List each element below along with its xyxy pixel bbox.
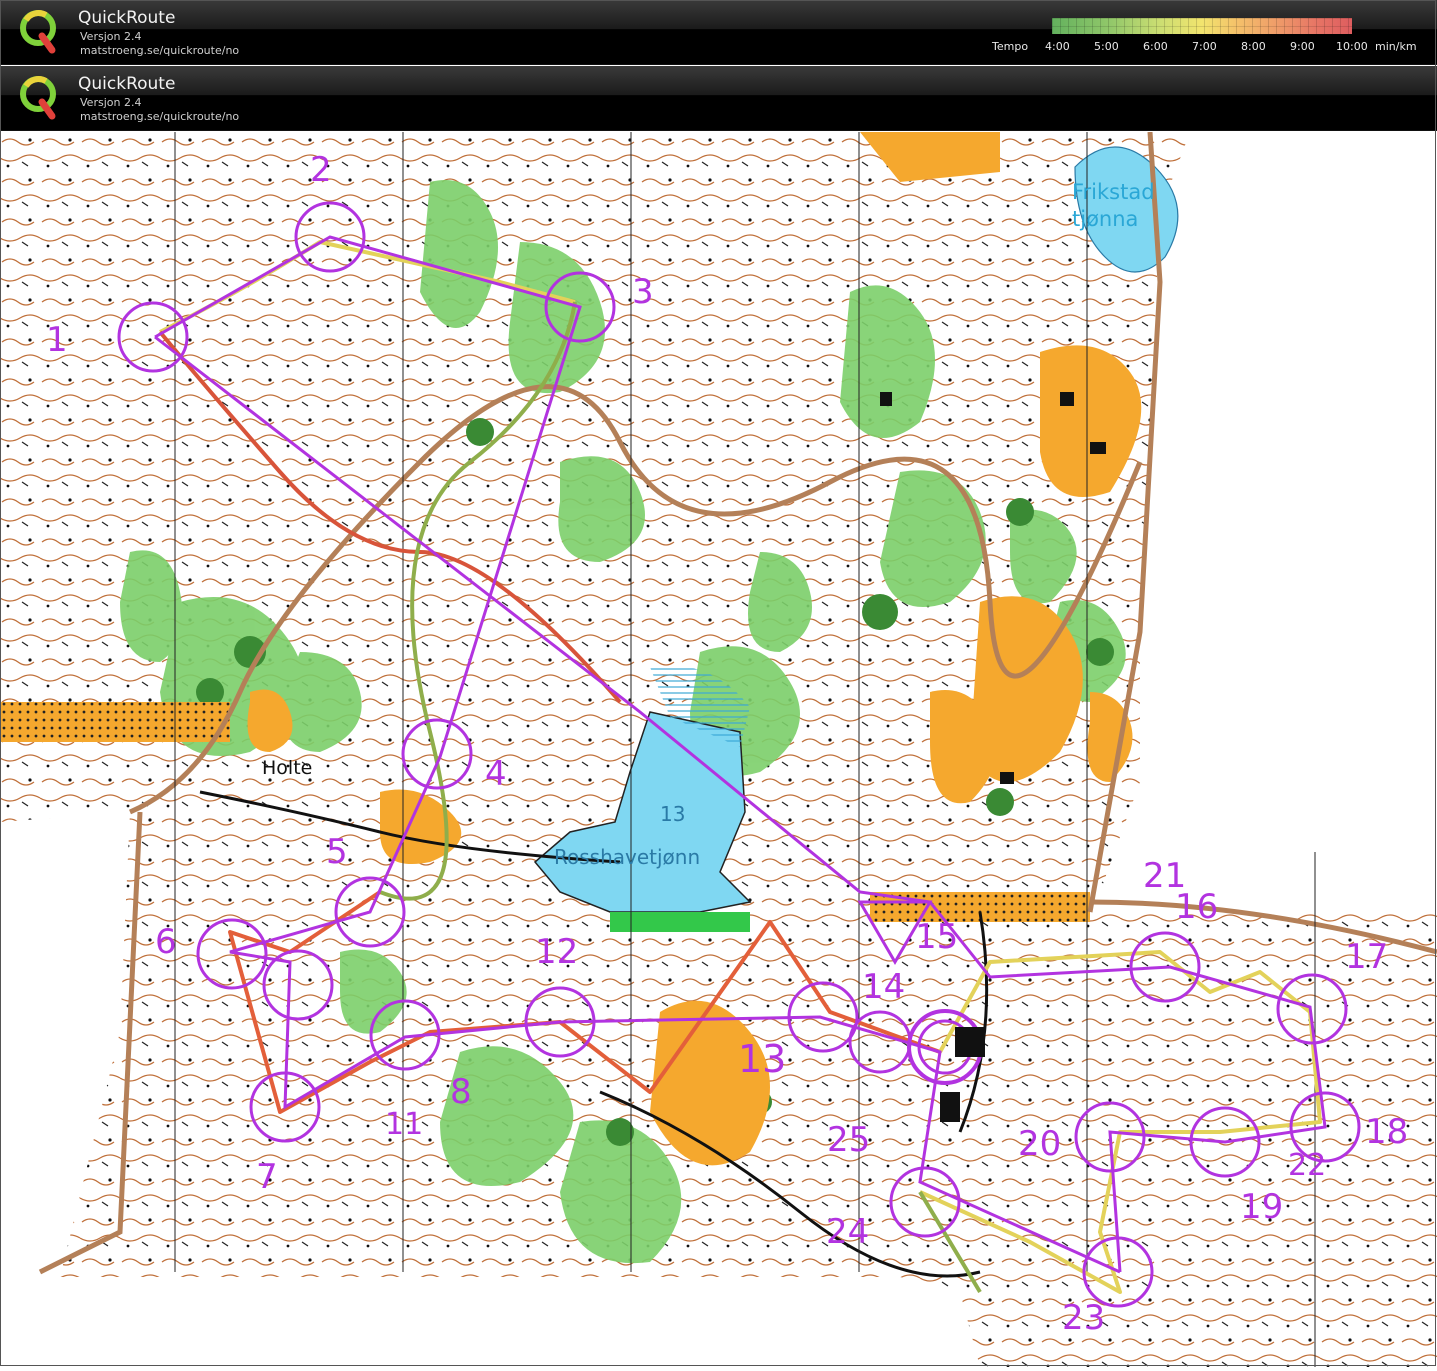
app-title: QuickRoute [78,8,176,28]
orienteering-map[interactable]: Frikstad tjønna Holte 13 Rosshavetjønn 1… [0,131,1437,1367]
control-number: 21 [1143,856,1187,896]
tempo-color-scale [1052,18,1352,34]
app-url[interactable]: matstroeng.se/quickroute/no [80,44,239,57]
control-number: 24 [826,1212,870,1252]
tempo-label: Tempo [992,40,1029,53]
quickroute-logo-icon [20,10,56,54]
control-number: 18 [1365,1112,1409,1152]
tempo-tick: 5:00 [1094,40,1119,53]
tempo-tick: 6:00 [1143,40,1168,53]
control-number: 5 [326,832,348,872]
control-number: 7 [256,1157,278,1197]
control-number: 15 [915,917,959,957]
title-bar-secondary: QuickRoute Versjon 2.4 matstroeng.se/qui… [0,66,1437,131]
control-number: 20 [1018,1124,1062,1164]
control-number: 22 [1288,1148,1327,1183]
control-number: 8 [450,1072,472,1112]
control-number: 19 [1240,1187,1284,1227]
control-number: 4 [485,754,507,794]
app-version: Versjon 2.4 [80,96,142,109]
control-number: 11 [385,1107,424,1142]
control-number: 25 [827,1120,871,1160]
tempo-tick: 4:00 [1045,40,1070,53]
tempo-tick: 8:00 [1241,40,1266,53]
app-url[interactable]: matstroeng.se/quickroute/no [80,110,239,123]
control-number: 1 [46,320,68,360]
lake-elevation: 13 [660,802,686,826]
map-canvas [0,131,1437,1367]
control-number: 13 [738,1037,787,1081]
place-label-holte: Holte [262,757,313,779]
title-bar: QuickRoute Versjon 2.4 matstroeng.se/qui… [0,0,1437,65]
control-number: 2 [310,150,332,190]
control-number: 6 [155,922,177,962]
control-number: 14 [862,967,906,1007]
rough-open [0,702,230,742]
control-number: 3 [632,272,654,312]
tempo-unit: min/km [1375,40,1417,53]
control-number: 12 [535,932,579,972]
place-label-frikstad: Frikstad [1072,180,1155,204]
control-number: 17 [1345,937,1389,977]
tempo-legend: Tempo 4:00 5:00 6:00 7:00 8:00 9:00 10:0… [990,14,1430,54]
app-version: Versjon 2.4 [80,30,142,43]
place-label-tjonna: tjønna [1072,207,1139,231]
tempo-tick: 9:00 [1290,40,1315,53]
control-number: 23 [1062,1298,1106,1338]
app-title: QuickRoute [78,74,176,94]
tempo-tick: 7:00 [1192,40,1217,53]
place-label-rosshavetjonn: Rosshavetjønn [554,845,701,869]
quickroute-logo-icon [20,76,56,120]
tempo-tick: 10:00 [1336,40,1368,53]
